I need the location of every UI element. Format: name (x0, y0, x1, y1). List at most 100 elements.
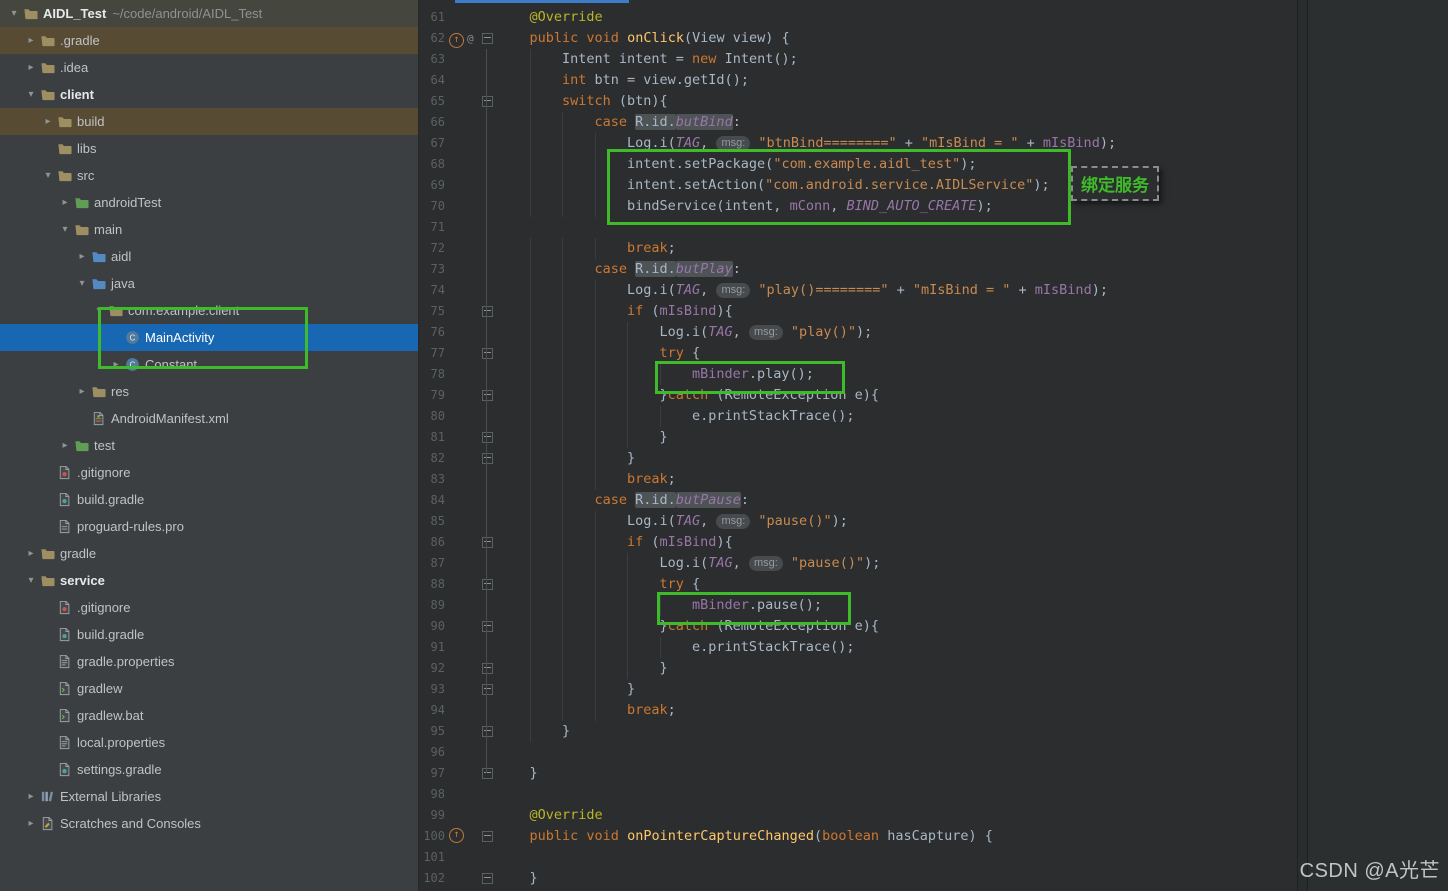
code-line[interactable]: 69 intent.setAction("com.android.service.… (419, 175, 1297, 196)
code-text[interactable]: break; (497, 700, 676, 721)
code-line[interactable]: 95} (419, 721, 1297, 742)
tree-item-build-gradle[interactable]: build.gradle (0, 621, 418, 648)
code-text[interactable]: @Override (497, 7, 603, 28)
code-line[interactable]: 72 break; (419, 238, 1297, 259)
line-number[interactable]: 94 (419, 700, 445, 721)
code-line[interactable]: 64 int btn = view.getId(); (419, 70, 1297, 91)
code-line[interactable]: 93} (419, 679, 1297, 700)
line-number[interactable]: 64 (419, 70, 445, 91)
tree-item-proguard-rules-pro[interactable]: proguard-rules.pro (0, 513, 418, 540)
chevron-down-icon[interactable]: ▾ (23, 89, 39, 100)
line-number[interactable]: 63 (419, 49, 445, 70)
line-number[interactable]: 88 (419, 574, 445, 595)
chevron-right-icon[interactable]: ▸ (108, 359, 124, 370)
code-text[interactable]: Log.i(TAG, msg: "pause()"); (497, 511, 848, 532)
line-number[interactable]: 100 (419, 826, 445, 847)
code-line[interactable]: 68 intent.setPackage("com.example.aidl_te… (419, 154, 1297, 175)
code-line[interactable]: 79}catch (RemoteException e){ (419, 385, 1297, 406)
tree-item-constant[interactable]: ▸ C Constant (0, 351, 418, 378)
line-number[interactable]: 82 (419, 448, 445, 469)
tree-item-java[interactable]: ▾ java (0, 270, 418, 297)
tree-item-mainactivity[interactable]: C MainActivity (0, 324, 418, 351)
chevron-down-icon[interactable]: ▾ (74, 278, 90, 289)
tree-item-gradlew[interactable]: gradlew (0, 675, 418, 702)
tree-item-aidl-test[interactable]: ▾ AIDL_Test ~/code/android/AIDL_Test (0, 0, 418, 27)
code-text[interactable]: break; (497, 238, 676, 259)
override-method-icon[interactable]: ↑ (449, 33, 464, 48)
code-line[interactable]: 73 case R.id.butPlay: (419, 259, 1297, 280)
chevron-down-icon[interactable]: ▾ (40, 170, 56, 181)
fold-icon[interactable] (481, 579, 493, 590)
code-text[interactable]: mBinder.play(); (497, 364, 814, 385)
line-number[interactable]: 93 (419, 679, 445, 700)
line-number[interactable]: 87 (419, 553, 445, 574)
code-text[interactable]: try { (497, 343, 701, 364)
code-text[interactable]: Log.i(TAG, msg: "play()========" + "mIsB… (497, 280, 1108, 301)
tree-item-gradle[interactable]: ▸ gradle (0, 540, 418, 567)
tree-item-gradle[interactable]: ▸ .gradle (0, 27, 418, 54)
code-line[interactable]: 100 ↑ public void onPointerCaptureChanged(… (419, 826, 1297, 847)
code-line[interactable]: 61 @Override (419, 7, 1297, 28)
chevron-right-icon[interactable]: ▸ (23, 62, 39, 73)
code-line[interactable]: 75 if (mIsBind){ (419, 301, 1297, 322)
code-text[interactable]: if (mIsBind){ (497, 301, 733, 322)
line-number[interactable]: 76 (419, 322, 445, 343)
fold-icon[interactable] (481, 621, 493, 632)
line-number[interactable]: 71 (419, 217, 445, 238)
code-text[interactable]: case R.id.butBind: (497, 112, 741, 133)
line-number[interactable]: 72 (419, 238, 445, 259)
chevron-right-icon[interactable]: ▸ (57, 440, 73, 451)
tree-item-gitignore[interactable]: .gitignore (0, 459, 418, 486)
tree-item-libs[interactable]: libs (0, 135, 418, 162)
override-method-icon[interactable]: ↑ (449, 828, 464, 843)
code-text[interactable]: e.printStackTrace(); (497, 637, 855, 658)
tree-item-com-example-client[interactable]: ▾ com.example.client (0, 297, 418, 324)
line-number[interactable]: 97 (419, 763, 445, 784)
line-number[interactable]: 78 (419, 364, 445, 385)
code-line[interactable]: 97} (419, 763, 1297, 784)
line-number[interactable]: 81 (419, 427, 445, 448)
tree-item-gradlew-bat[interactable]: gradlew.bat (0, 702, 418, 729)
line-number[interactable]: 66 (419, 112, 445, 133)
code-line[interactable]: 98 (419, 784, 1297, 805)
code-line[interactable]: 65 switch (btn){ (419, 91, 1297, 112)
code-line[interactable]: 81} (419, 427, 1297, 448)
code-line[interactable]: 84 case R.id.butPause: (419, 490, 1297, 511)
fold-icon[interactable] (481, 348, 493, 359)
code-text[interactable]: intent.setAction("com.android.service.AI… (497, 175, 1050, 196)
tree-item-main[interactable]: ▾ main (0, 216, 418, 243)
code-line[interactable]: 86 if (mIsBind){ (419, 532, 1297, 553)
fold-icon[interactable] (481, 684, 493, 695)
code-text[interactable]: }catch (RemoteException e){ (497, 616, 879, 637)
line-number[interactable]: 90 (419, 616, 445, 637)
tree-item-settings-gradle[interactable]: settings.gradle (0, 756, 418, 783)
line-number[interactable]: 96 (419, 742, 445, 763)
code-text[interactable]: } (497, 427, 668, 448)
fold-icon[interactable] (481, 768, 493, 779)
tree-item-client[interactable]: ▾ client (0, 81, 418, 108)
fold-icon[interactable] (481, 453, 493, 464)
code-text[interactable]: public void onPointerCaptureChanged(bool… (497, 826, 993, 847)
code-text[interactable]: Log.i(TAG, msg: "play()"); (497, 322, 872, 343)
fold-icon[interactable] (481, 663, 493, 674)
code-text[interactable]: @Override (497, 805, 603, 826)
code-line[interactable]: 74 Log.i(TAG, msg: "play()========" + "mI… (419, 280, 1297, 301)
line-number[interactable]: 61 (419, 7, 445, 28)
tree-item-idea[interactable]: ▸ .idea (0, 54, 418, 81)
tree-item-gitignore[interactable]: .gitignore (0, 594, 418, 621)
code-text[interactable]: } (497, 763, 538, 784)
code-text[interactable]: e.printStackTrace(); (497, 406, 855, 427)
code-text[interactable]: case R.id.butPause: (497, 490, 749, 511)
tree-item-src[interactable]: ▾ src (0, 162, 418, 189)
fold-icon[interactable] (481, 96, 493, 107)
tree-item-build-gradle[interactable]: build.gradle (0, 486, 418, 513)
code-line[interactable]: 63 Intent intent = new Intent(); (419, 49, 1297, 70)
fold-icon[interactable] (481, 873, 493, 884)
code-text[interactable]: try { (497, 574, 701, 595)
code-text[interactable]: int btn = view.getId(); (497, 70, 749, 91)
code-line[interactable]: 66 case R.id.butBind: (419, 112, 1297, 133)
tree-item-test[interactable]: ▸ test (0, 432, 418, 459)
code-line[interactable]: 101 (419, 847, 1297, 868)
line-number[interactable]: 79 (419, 385, 445, 406)
chevron-down-icon[interactable]: ▾ (23, 575, 39, 586)
